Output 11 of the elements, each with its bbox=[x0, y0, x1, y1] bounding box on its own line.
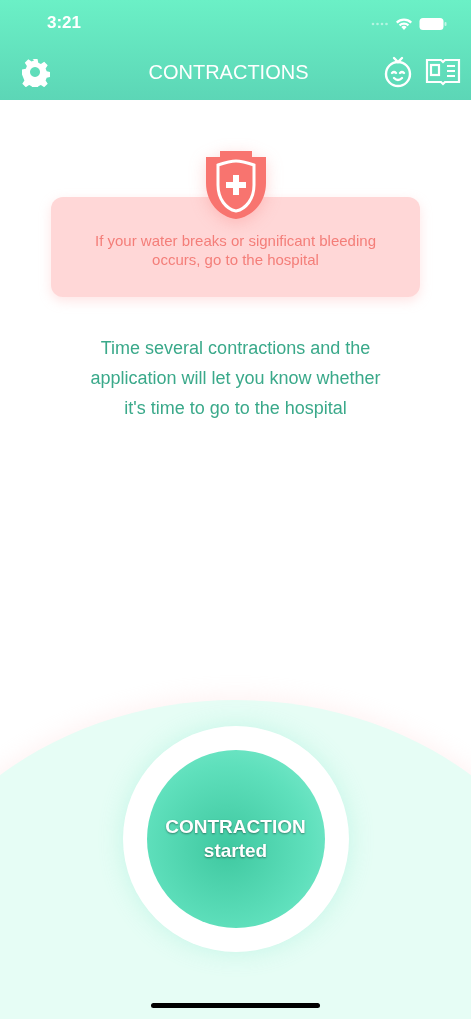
contraction-button[interactable]: CONTRACTION started bbox=[146, 750, 325, 928]
info-text: Time several contractions and the application will let you know whether it's time to go to the hospital bbox=[89, 337, 382, 420]
settings-icon bbox=[20, 57, 50, 87]
book-icon bbox=[425, 57, 461, 87]
status-time: 3:21 bbox=[47, 13, 82, 33]
battery-icon bbox=[419, 17, 447, 31]
signal-icon bbox=[371, 22, 389, 26]
warning-text: If your water breaks or significant bleeding occurs, go to the hospital bbox=[94, 231, 377, 269]
screen-title: CONTRACTIONS bbox=[147, 60, 310, 84]
guide-button[interactable] bbox=[425, 57, 461, 87]
wifi-icon bbox=[395, 17, 413, 31]
